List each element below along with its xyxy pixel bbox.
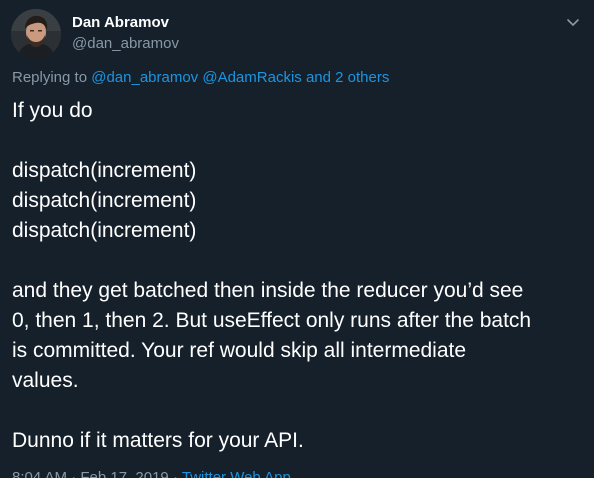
mention-link-adamrackis[interactable]: @AdamRackis bbox=[202, 69, 301, 86]
tweet-text-line: If you do bbox=[12, 99, 93, 122]
tweet-menu-button[interactable] bbox=[562, 12, 584, 34]
tweet-text-line: values. bbox=[12, 369, 79, 392]
tweet-paragraph-gap bbox=[12, 396, 587, 426]
tweet-text-line: dispatch(increment) bbox=[12, 219, 197, 242]
tweet-text-line: dispatch(increment) bbox=[12, 159, 197, 182]
tweet-text-line: Dunno if it matters for your API. bbox=[12, 429, 304, 452]
tweet-text-line: dispatch(increment) bbox=[12, 189, 197, 212]
mention-link-dan-abramov[interactable]: @dan_abramov bbox=[91, 69, 198, 86]
avatar-photo bbox=[11, 9, 61, 59]
others-link[interactable]: 2 others bbox=[335, 69, 389, 86]
tweet-text-line: and they get batched then inside the red… bbox=[12, 279, 524, 302]
replying-to-label: Replying to bbox=[12, 69, 88, 86]
author-handle[interactable]: @dan_abramov bbox=[72, 35, 179, 53]
author-avatar[interactable] bbox=[11, 9, 61, 59]
tweet-source-link[interactable]: Twitter Web App bbox=[182, 469, 291, 478]
replying-to-line: Replying to @dan_abramov @AdamRackis and… bbox=[12, 69, 389, 87]
meta-separator: · bbox=[172, 469, 178, 478]
tweet-paragraph-gap bbox=[12, 246, 587, 276]
tweet-timestamp[interactable]: 8:04 AM · Feb 17, 2019 bbox=[12, 469, 169, 478]
tweet-metadata: 8:04 AM · Feb 17, 2019 · Twitter Web App bbox=[12, 469, 291, 478]
author-name[interactable]: Dan Abramov bbox=[72, 14, 169, 32]
tweet-text-line: is committed. Your ref would skip all in… bbox=[12, 339, 467, 362]
tweet-paragraph-gap bbox=[12, 126, 587, 156]
chevron-down-icon bbox=[567, 19, 579, 26]
reply-connector: and bbox=[305, 69, 331, 86]
tweet-body: If you do dispatch(increment) dispatch(i… bbox=[12, 96, 587, 456]
tweet-text-line: 0, then 1, then 2. But useEffect only ru… bbox=[12, 309, 532, 332]
